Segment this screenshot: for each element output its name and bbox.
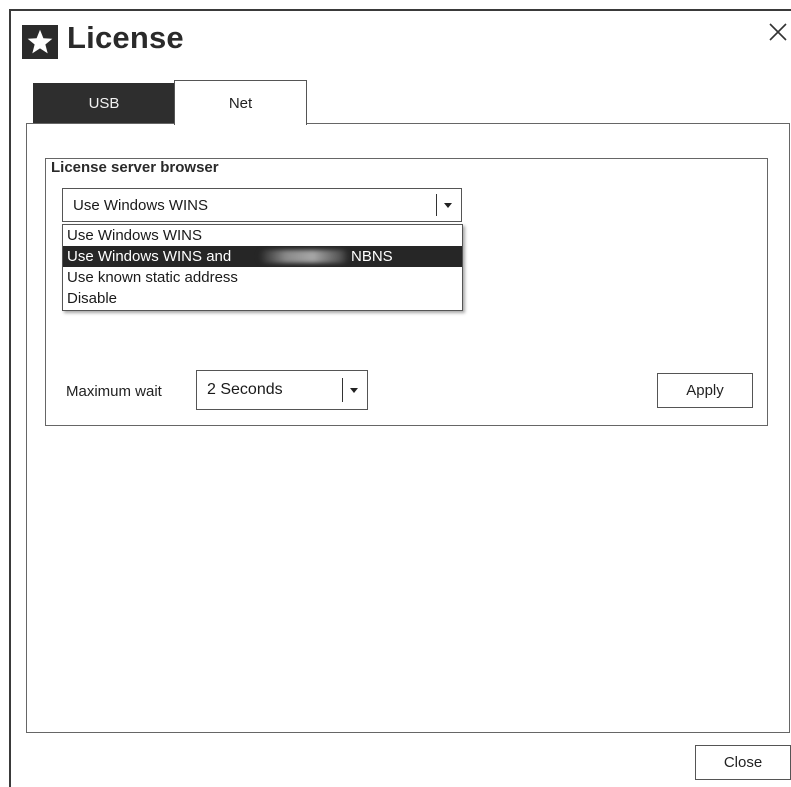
close-button[interactable]: Close — [695, 745, 791, 780]
option-label: Use Windows WINS and — [67, 248, 232, 265]
dropdown-option-wins[interactable]: Use Windows WINS — [63, 225, 462, 246]
window-border-left — [9, 10, 11, 787]
chevron-down-icon[interactable] — [350, 387, 358, 393]
tab-usb[interactable]: USB — [33, 83, 175, 124]
dropdown-list: Use Windows WINS Use Windows WINS and NB… — [62, 224, 463, 311]
tab-net[interactable]: Net — [174, 80, 307, 125]
maximum-wait-label: Maximum wait — [66, 383, 162, 400]
window-title: License — [67, 20, 184, 55]
dropdown-option-static[interactable]: Use known static address — [63, 267, 462, 288]
star-icon — [22, 25, 58, 59]
select-value: Use Windows WINS — [73, 196, 209, 214]
select-value: 2 Seconds — [207, 381, 283, 398]
window-border-top — [9, 9, 791, 11]
select-separator — [342, 378, 343, 402]
license-server-browser-select[interactable]: Use Windows WINS — [62, 188, 462, 222]
select-separator — [436, 194, 437, 216]
dropdown-option-disable[interactable]: Disable — [63, 288, 462, 309]
redacted-text — [259, 250, 349, 263]
chevron-down-icon[interactable] — [444, 202, 452, 208]
close-icon[interactable] — [767, 21, 791, 45]
maximum-wait-select[interactable]: 2 Seconds — [196, 370, 368, 410]
apply-button[interactable]: Apply — [657, 373, 753, 408]
group-title: License server browser — [48, 159, 224, 176]
option-suffix: NBNS — [351, 248, 393, 265]
dropdown-option-wins-nbns[interactable]: Use Windows WINS and NBNS — [63, 246, 462, 267]
